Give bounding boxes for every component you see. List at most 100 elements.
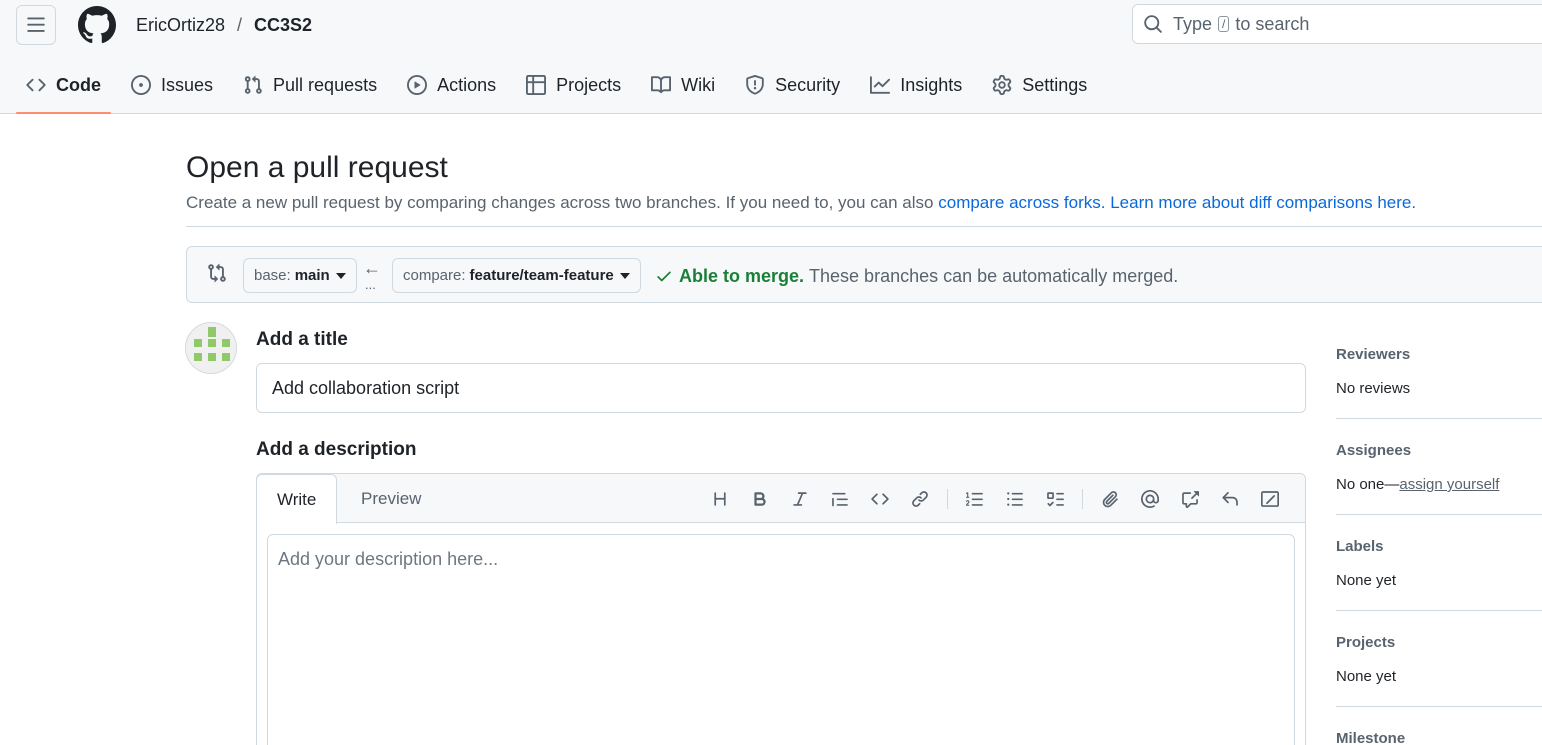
identicon-icon <box>186 323 236 373</box>
reply-icon <box>1222 491 1238 506</box>
ordered-list-button[interactable] <box>962 486 988 512</box>
arrow-left-icon: ← <box>363 258 381 278</box>
assign-yourself-link[interactable]: assign yourself <box>1399 476 1499 493</box>
compare-across-forks-link[interactable]: compare across forks. <box>938 193 1105 212</box>
triangle-down-icon <box>619 272 630 279</box>
link-button[interactable] <box>907 486 933 512</box>
attach-button[interactable] <box>1097 486 1123 512</box>
search-shortcut-key: / <box>1218 16 1230 32</box>
description-editor: Write Preview <box>256 473 1306 745</box>
tab-issues[interactable]: Issues <box>121 62 223 108</box>
tab-projects[interactable]: Projects <box>516 62 631 108</box>
title-label: Add a title <box>256 329 348 350</box>
git-compare-icon <box>208 263 226 283</box>
gear-icon <box>992 75 1012 95</box>
tab-actions[interactable]: Actions <box>397 62 506 108</box>
tab-issues-label: Issues <box>161 74 214 95</box>
tab-pull-requests[interactable]: Pull requests <box>233 62 387 108</box>
learn-more-diff-link[interactable]: Learn more about diff comparisons here. <box>1110 193 1416 212</box>
toolbar-divider <box>1082 489 1083 509</box>
base-branch-select[interactable]: base: main <box>243 258 357 293</box>
mention-icon <box>1141 490 1159 508</box>
pr-title-input[interactable] <box>256 363 1306 413</box>
issue-opened-icon <box>131 75 151 95</box>
code-icon <box>871 493 889 505</box>
merge-status-ok: Able to merge. <box>679 266 805 286</box>
merge-status-text: These branches can be automatically merg… <box>809 266 1179 286</box>
sidebar-assignees[interactable]: Assignees No one—assign yourself <box>1336 442 1542 494</box>
edit-square-icon <box>1261 491 1279 507</box>
tasklist-icon <box>1047 492 1064 507</box>
labels-heading[interactable]: Labels <box>1336 538 1542 556</box>
bold-icon <box>754 492 766 506</box>
reviewers-heading[interactable]: Reviewers <box>1336 346 1542 364</box>
tab-write[interactable]: Write <box>256 474 338 524</box>
check-icon <box>657 271 671 282</box>
reviewers-value: No reviews <box>1336 380 1411 397</box>
pr-description-textarea[interactable] <box>267 534 1295 745</box>
divider <box>186 226 1542 227</box>
repo-name-link[interactable]: CC3S2 <box>254 14 312 36</box>
base-branch-label: base: <box>254 267 291 284</box>
task-list-button[interactable] <box>1042 486 1068 512</box>
git-pull-request-icon <box>244 75 262 94</box>
compare-dots: ... <box>365 277 376 292</box>
repo-owner-link[interactable]: EricOrtiz28 <box>136 14 225 36</box>
assignees-heading[interactable]: Assignees <box>1336 442 1542 460</box>
tab-preview[interactable]: Preview <box>341 474 441 524</box>
repo-nav: Code Issues Pull requests Actions Projec… <box>16 62 1107 114</box>
fullscreen-button[interactable] <box>1257 486 1283 512</box>
sidebar-divider <box>1336 418 1542 419</box>
heading-button[interactable] <box>707 486 733 512</box>
description-label: Add a description <box>256 439 417 460</box>
hamburger-menu-button[interactable] <box>16 5 56 45</box>
cross-reference-button[interactable] <box>1177 486 1203 512</box>
search-suffix: to search <box>1235 13 1310 34</box>
unordered-list-button[interactable] <box>1002 486 1028 512</box>
saved-reply-button[interactable] <box>1217 486 1243 512</box>
tab-insights-label: Insights <box>900 74 963 95</box>
tab-settings[interactable]: Settings <box>982 62 1097 108</box>
shield-icon <box>746 75 764 95</box>
list-ordered-icon <box>966 492 983 506</box>
code-button[interactable] <box>867 486 893 512</box>
avatar[interactable] <box>185 322 237 374</box>
markdown-toolbar <box>707 486 1297 512</box>
page-subtitle: Create a new pull request by comparing c… <box>186 192 1416 214</box>
breadcrumb-separator: / <box>237 15 243 35</box>
merge-status: Able to merge. These branches can be aut… <box>655 265 1178 287</box>
italic-icon <box>793 492 807 506</box>
tab-code[interactable]: Code <box>16 62 111 114</box>
list-unordered-icon <box>1007 492 1023 506</box>
compare-branch-select[interactable]: compare: feature/team-feature <box>392 258 641 293</box>
sidebar-divider <box>1336 514 1542 515</box>
tab-insights[interactable]: Insights <box>860 62 972 108</box>
table-icon <box>526 75 547 95</box>
paperclip-icon <box>1102 491 1118 508</box>
milestone-heading[interactable]: Milestone <box>1336 730 1542 745</box>
tab-security[interactable]: Security <box>735 62 850 108</box>
projects-heading[interactable]: Projects <box>1336 634 1542 652</box>
tab-wiki[interactable]: Wiki <box>641 62 725 108</box>
sidebar-projects[interactable]: Projects None yet <box>1336 634 1542 686</box>
tab-code-label: Code <box>56 74 101 95</box>
sidebar-labels[interactable]: Labels None yet <box>1336 538 1542 590</box>
bold-button[interactable] <box>747 486 773 512</box>
tab-security-label: Security <box>775 74 841 95</box>
play-icon <box>407 75 428 95</box>
tab-actions-label: Actions <box>437 74 497 95</box>
github-logo-icon[interactable] <box>78 6 116 44</box>
compare-branch-label: compare: <box>403 267 466 284</box>
labels-value: None yet <box>1336 572 1397 589</box>
link-icon <box>912 491 928 507</box>
sidebar-milestone[interactable]: Milestone <box>1336 730 1542 745</box>
mention-button[interactable] <box>1137 486 1163 512</box>
sidebar-reviewers[interactable]: Reviewers No reviews <box>1336 346 1542 398</box>
assignees-value: No one—assign yourself <box>1336 476 1542 494</box>
toolbar-divider <box>947 489 948 509</box>
search-input[interactable]: Type / to search <box>1132 4 1542 44</box>
breadcrumb: EricOrtiz28 / CC3S2 <box>136 14 312 36</box>
tab-pull-requests-label: Pull requests <box>273 74 378 95</box>
quote-button[interactable] <box>827 486 853 512</box>
italic-button[interactable] <box>787 486 813 512</box>
